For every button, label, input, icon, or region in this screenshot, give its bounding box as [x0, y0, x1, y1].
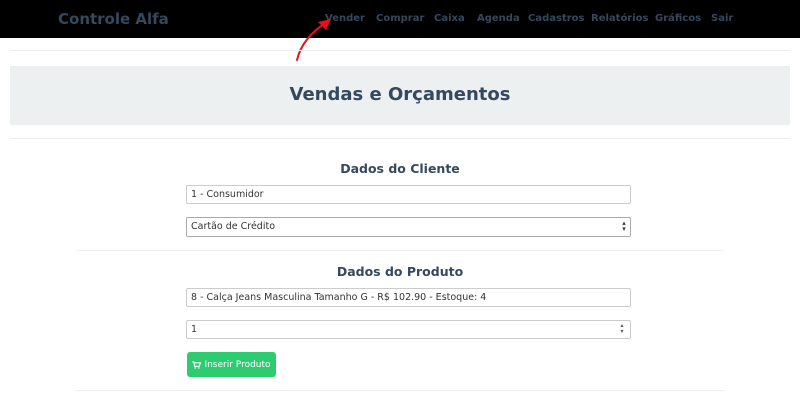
nav-item-comprar[interactable]: Comprar: [376, 13, 424, 24]
divider: [10, 138, 790, 139]
chevron-updown-icon: ▴ ▾: [622, 219, 626, 233]
divider: [76, 250, 724, 251]
nav-item-sair[interactable]: Sair: [711, 13, 733, 24]
nav-item-graficos[interactable]: Gráficos: [655, 13, 701, 24]
top-navbar: Controle Alfa Vender Comprar Caixa Agend…: [0, 0, 800, 38]
cliente-input[interactable]: 1 - Consumidor: [186, 185, 631, 204]
forma-pagamento-value: Cartão de Crédito: [191, 221, 276, 232]
quantidade-stepper[interactable]: 1 ▴ ▾: [186, 320, 631, 339]
produto-input[interactable]: 8 - Calça Jeans Masculina Tamanho G - R$…: [186, 288, 631, 307]
inserir-produto-button[interactable]: Inserir Produto: [187, 352, 276, 377]
produto-input-value: 8 - Calça Jeans Masculina Tamanho G - R$…: [191, 292, 487, 303]
nav-item-relatorios[interactable]: Relatórios: [591, 13, 649, 24]
nav-item-cadastros[interactable]: Cadastros: [528, 13, 584, 24]
page-title: Vendas e Orçamentos: [289, 84, 511, 105]
page-header: Vendas e Orçamentos: [10, 66, 790, 125]
brand-logo[interactable]: Controle Alfa: [58, 10, 169, 28]
section-title-cliente: Dados do Cliente: [340, 161, 460, 176]
section-title-produto: Dados do Produto: [336, 264, 464, 279]
inserir-produto-label: Inserir Produto: [204, 359, 271, 370]
quantidade-value: 1: [191, 324, 198, 335]
stepper-arrows-icon[interactable]: ▴ ▾: [618, 323, 626, 336]
nav-item-agenda[interactable]: Agenda: [477, 13, 520, 24]
nav-item-caixa[interactable]: Caixa: [434, 13, 465, 24]
red-arrow-icon: [296, 19, 331, 61]
divider: [76, 390, 724, 391]
cliente-input-value: 1 - Consumidor: [191, 189, 264, 200]
forma-pagamento-select[interactable]: Cartão de Crédito ▴ ▾: [186, 217, 631, 237]
divider: [10, 50, 790, 51]
shopping-cart-icon: [192, 360, 202, 369]
